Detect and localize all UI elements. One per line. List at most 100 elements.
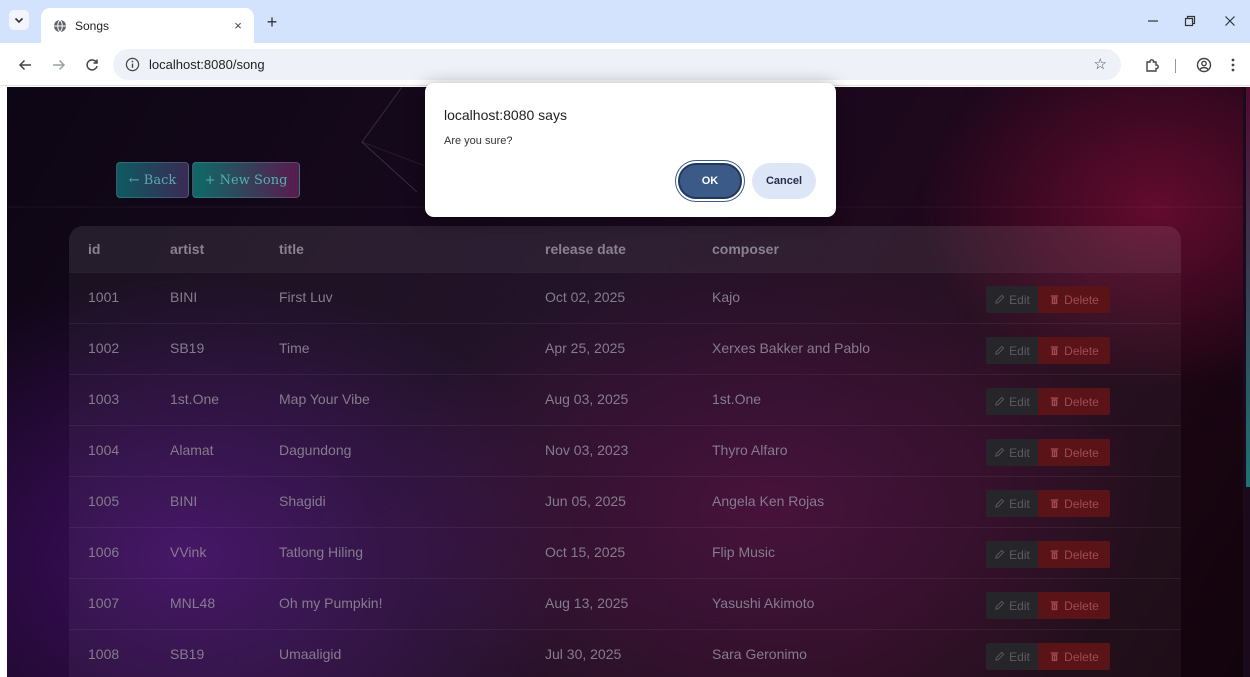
pencil-icon — [995, 294, 1005, 304]
delete-label: Delete — [1064, 292, 1099, 307]
delete-label: Delete — [1064, 394, 1099, 409]
bookmark-star-icon[interactable]: ☆ — [1094, 55, 1107, 73]
delete-label: Delete — [1064, 649, 1099, 664]
delete-button[interactable]: Delete — [1038, 337, 1110, 364]
edit-button[interactable]: Edit — [986, 490, 1038, 517]
cell-id: 1002 — [88, 340, 120, 356]
address-bar[interactable]: localhost:8080/song ☆ — [113, 49, 1121, 80]
chevron-down-icon — [14, 17, 24, 24]
delete-button[interactable]: Delete — [1038, 286, 1110, 313]
scrollbar-track[interactable] — [1243, 87, 1250, 677]
browser-toolbar: localhost:8080/song ☆ — [0, 43, 1250, 86]
edit-button[interactable]: Edit — [986, 286, 1038, 313]
header-artist: artist — [170, 241, 205, 257]
delete-button[interactable]: Delete — [1038, 541, 1110, 568]
cell-title: Map Your Vibe — [279, 391, 370, 407]
cell-title: Time — [279, 340, 310, 356]
cell-artist: SB19 — [170, 646, 205, 662]
delete-label: Delete — [1064, 547, 1099, 562]
cell-composer: Yasushi Akimoto — [712, 595, 815, 611]
cell-composer: Angela Ken Rojas — [712, 493, 825, 509]
cell-id: 1006 — [88, 544, 120, 560]
cell-title: Shagidi — [279, 493, 326, 509]
table-row: 1001 BINI First Luv Oct 02, 2025 Kajo Edit Del… — [69, 272, 1181, 323]
edit-label: Edit — [1009, 445, 1030, 460]
more-menu-icon[interactable] — [1222, 54, 1244, 76]
delete-button[interactable]: Delete — [1038, 643, 1110, 670]
minimize-icon[interactable] — [1139, 9, 1167, 33]
cell-composer: Xerxes Bakker and Pablo — [712, 340, 870, 356]
cell-title: Umaaligid — [279, 646, 342, 662]
new-song-button[interactable]: + New Song — [192, 162, 300, 198]
trash-icon — [1050, 550, 1059, 560]
edit-label: Edit — [1009, 292, 1030, 307]
forward-arrow-icon[interactable] — [47, 53, 71, 77]
browser-tab-songs[interactable]: Songs × — [41, 8, 254, 43]
header-id: id — [88, 241, 101, 257]
ok-button[interactable]: OK — [678, 163, 742, 199]
cell-title: First Luv — [279, 289, 333, 305]
info-icon[interactable] — [123, 56, 141, 74]
back-arrow-icon[interactable] — [13, 53, 37, 77]
trash-icon — [1050, 499, 1059, 509]
edit-label: Edit — [1009, 343, 1030, 358]
table-row: 1006 VVink Tatlong Hiling Oct 15, 2025 Flip … — [69, 527, 1181, 578]
edit-button[interactable]: Edit — [986, 541, 1038, 568]
header-release-date: release date — [545, 241, 626, 257]
delete-button[interactable]: Delete — [1038, 439, 1110, 466]
delete-button[interactable]: Delete — [1038, 388, 1110, 415]
pencil-icon — [995, 396, 1005, 406]
cell-id: 1005 — [88, 493, 120, 509]
cell-composer: Thyro Alfaro — [712, 442, 788, 458]
cell-release-date: Jul 30, 2025 — [545, 646, 622, 662]
pencil-icon — [995, 600, 1005, 610]
restore-icon[interactable] — [1176, 9, 1204, 33]
edit-button[interactable]: Edit — [986, 439, 1038, 466]
back-button[interactable]: ← Back — [116, 162, 189, 198]
table-row: 1002 SB19 Time Apr 25, 2025 Xerxes Bakker an… — [69, 323, 1181, 374]
edit-button[interactable]: Edit — [986, 337, 1038, 364]
edit-button[interactable]: Edit — [986, 388, 1038, 415]
edit-button[interactable]: Edit — [986, 643, 1038, 670]
new-tab-button[interactable]: + — [262, 12, 282, 32]
close-window-icon[interactable] — [1216, 9, 1244, 33]
trash-icon — [1050, 295, 1059, 305]
cell-artist: VVink — [170, 544, 207, 560]
cell-title: Oh my Pumpkin! — [279, 595, 383, 611]
pencil-icon — [995, 447, 1005, 457]
cell-id: 1004 — [88, 442, 120, 458]
delete-button[interactable]: Delete — [1038, 592, 1110, 619]
cell-id: 1001 — [88, 289, 120, 305]
header-composer: composer — [712, 241, 779, 257]
extensions-puzzle-icon[interactable] — [1141, 54, 1163, 76]
cell-release-date: Apr 25, 2025 — [545, 340, 626, 356]
table-row: 1003 1st.One Map Your Vibe Aug 03, 2025 1st.… — [69, 374, 1181, 425]
cell-id: 1008 — [88, 646, 120, 662]
delete-button[interactable]: Delete — [1038, 490, 1110, 517]
trash-icon — [1050, 652, 1059, 662]
close-tab-icon[interactable]: × — [230, 18, 246, 34]
cell-artist: SB19 — [170, 340, 205, 356]
header-title: title — [279, 241, 304, 257]
profile-avatar-icon[interactable] — [1193, 54, 1215, 76]
cell-release-date: Aug 13, 2025 — [545, 595, 629, 611]
cell-id: 1003 — [88, 391, 120, 407]
reload-icon[interactable] — [80, 53, 104, 77]
cell-artist: Alamat — [170, 442, 214, 458]
cell-release-date: Oct 15, 2025 — [545, 544, 626, 560]
table-header: id artist title release date composer — [69, 226, 1181, 272]
cell-artist: BINI — [170, 493, 198, 509]
edit-label: Edit — [1009, 496, 1030, 511]
dialog-message: Are you sure? — [444, 135, 513, 147]
browser-tab-bar: Songs × + — [0, 0, 1250, 43]
edit-button[interactable]: Edit — [986, 592, 1038, 619]
cell-release-date: Aug 03, 2025 — [545, 391, 629, 407]
songs-table: id artist title release date composer 10… — [69, 226, 1181, 677]
scrollbar-thumb[interactable] — [1246, 87, 1250, 487]
cell-release-date: Nov 03, 2023 — [545, 442, 629, 458]
cancel-button[interactable]: Cancel — [752, 163, 816, 199]
delete-label: Delete — [1064, 343, 1099, 358]
tab-search-button[interactable] — [9, 10, 29, 30]
confirm-dialog: localhost:8080 says Are you sure? OK Can… — [425, 83, 836, 217]
toolbar-divider — [1175, 59, 1176, 73]
